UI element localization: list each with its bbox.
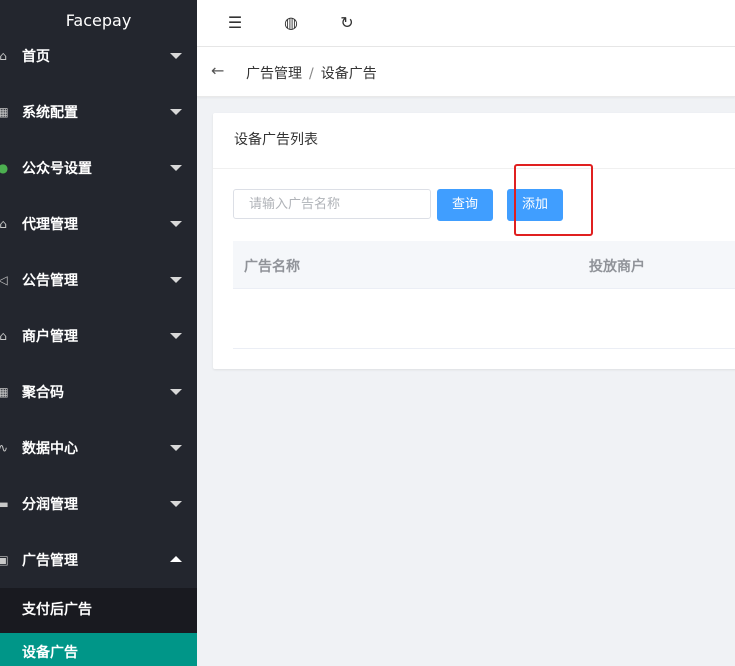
sidebar: Facepay ⌂ 首页 ▦ 系统配置 ● 公众号设置 ⌂ 代理管理 ◁ 公告管… bbox=[0, 0, 197, 666]
chevron-down-icon bbox=[170, 277, 182, 283]
chevron-down-icon bbox=[170, 333, 182, 339]
main-area: ☰ ◍ ↻ ← 广告管理 / 设备广告 设备广告列表 查询 添加 广告名称 投放商户 bbox=[197, 0, 735, 666]
column-header-merchant[interactable]: 投放商户 bbox=[589, 256, 645, 276]
settings-grid-icon: ▦ bbox=[0, 105, 9, 119]
ad-name-search-input[interactable] bbox=[233, 189, 431, 219]
sidebar-item-label: 首页 bbox=[22, 49, 50, 65]
add-button[interactable]: 添加 bbox=[507, 189, 563, 221]
breadcrumb: 广告管理 / 设备广告 bbox=[246, 63, 377, 83]
grid-icon: ▦ bbox=[0, 385, 9, 399]
chevron-down-icon bbox=[170, 221, 182, 227]
chevron-down-icon bbox=[170, 165, 182, 171]
query-button[interactable]: 查询 bbox=[437, 189, 493, 221]
sidebar-item-agent[interactable]: ⌂ 代理管理 bbox=[0, 196, 197, 252]
chevron-down-icon bbox=[170, 53, 182, 59]
wechat-icon: ● bbox=[0, 161, 9, 175]
sidebar-item-label: 公众号设置 bbox=[22, 161, 92, 177]
speaker-icon: ◁ bbox=[0, 273, 8, 287]
sidebar-item-merchant[interactable]: ⌂ 商户管理 bbox=[0, 308, 197, 364]
home-icon: ⌂ bbox=[0, 217, 7, 231]
sidebar-item-label: 数据中心 bbox=[22, 441, 78, 457]
sidebar-item-aggregate-code[interactable]: ▦ 聚合码 bbox=[0, 364, 197, 420]
chevron-up-icon bbox=[170, 556, 182, 562]
chevron-down-icon bbox=[170, 445, 182, 451]
sidebar-item-profit-sharing[interactable]: ▬ 分润管理 bbox=[0, 476, 197, 532]
breadcrumb-bar: ← 广告管理 / 设备广告 bbox=[197, 47, 735, 97]
breadcrumb-parent[interactable]: 广告管理 bbox=[246, 66, 302, 82]
table-header: 广告名称 投放商户 bbox=[233, 241, 735, 289]
column-header-ad-name[interactable]: 广告名称 bbox=[244, 256, 300, 276]
sidebar-item-ad-management[interactable]: ▣ 广告管理 bbox=[0, 532, 197, 588]
sidebar-item-label: 代理管理 bbox=[22, 217, 78, 233]
sidebar-item-official-account[interactable]: ● 公众号设置 bbox=[0, 140, 197, 196]
chat-icon: ▬ bbox=[0, 497, 9, 511]
chevron-down-icon bbox=[170, 501, 182, 507]
sidebar-item-label: 广告管理 bbox=[22, 553, 78, 569]
sidebar-item-system-config[interactable]: ▦ 系统配置 bbox=[0, 84, 197, 140]
home-icon: ⌂ bbox=[0, 329, 7, 343]
chevron-down-icon bbox=[170, 389, 182, 395]
back-arrow-icon[interactable]: ← bbox=[211, 61, 224, 80]
sidebar-item-label: 系统配置 bbox=[22, 105, 78, 121]
card-title: 设备广告列表 bbox=[213, 113, 735, 169]
home-icon: ⌂ bbox=[0, 49, 7, 63]
sidebar-item-announcement[interactable]: ◁ 公告管理 bbox=[0, 252, 197, 308]
sidebar-item-label: 公告管理 bbox=[22, 273, 78, 289]
table-divider bbox=[233, 348, 735, 349]
globe-icon[interactable]: ◍ bbox=[281, 12, 301, 32]
calendar-icon: ▣ bbox=[0, 553, 9, 567]
sidebar-item-home[interactable]: ⌂ 首页 bbox=[0, 28, 197, 84]
sidebar-item-label: 商户管理 bbox=[22, 329, 78, 345]
refresh-icon[interactable]: ↻ bbox=[337, 12, 357, 32]
pulse-icon: ∿ bbox=[0, 441, 9, 455]
breadcrumb-separator: / bbox=[309, 66, 314, 82]
sidebar-subitem-device-ad[interactable]: 设备广告 bbox=[0, 633, 197, 666]
breadcrumb-current: 设备广告 bbox=[320, 66, 377, 82]
sidebar-subitem-post-payment-ad[interactable]: 支付后广告 bbox=[0, 588, 197, 633]
menu-fold-icon[interactable]: ☰ bbox=[225, 12, 245, 32]
sidebar-menu: ⌂ 首页 ▦ 系统配置 ● 公众号设置 ⌂ 代理管理 ◁ 公告管理 ⌂ 商户管理 bbox=[0, 28, 197, 666]
sidebar-item-label: 分润管理 bbox=[22, 497, 78, 513]
sidebar-item-data-center[interactable]: ∿ 数据中心 bbox=[0, 420, 197, 476]
device-ad-card: 设备广告列表 查询 添加 广告名称 投放商户 bbox=[213, 113, 735, 369]
chevron-down-icon bbox=[170, 109, 182, 115]
top-bar: ☰ ◍ ↻ bbox=[197, 0, 735, 47]
sidebar-submenu: 支付后广告 设备广告 bbox=[0, 588, 197, 666]
sidebar-item-label: 聚合码 bbox=[22, 385, 64, 401]
